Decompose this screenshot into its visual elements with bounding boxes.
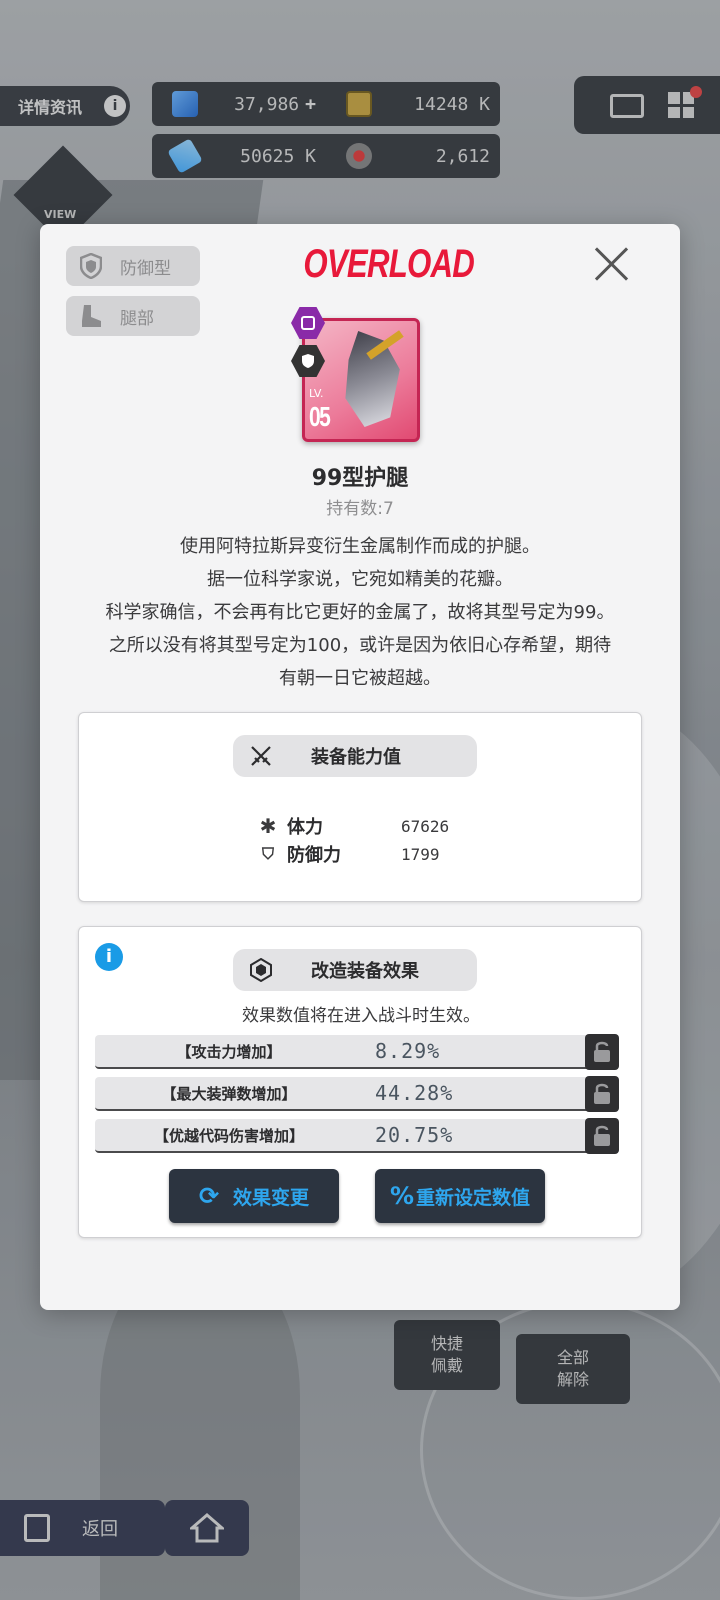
reset-values-button[interactable]: % 重新设定数值 <box>375 1169 545 1223</box>
effect-name: 【优越代码伤害增加】 <box>153 1126 304 1145</box>
info-icon[interactable]: i <box>95 943 123 971</box>
effect-value: 8.29% <box>375 1039 441 1063</box>
defense-shield-icon: ⛉ <box>261 844 274 863</box>
effect-name: 【最大装弹数增加】 <box>161 1084 297 1103</box>
item-description: 使用阿特拉斯异变衍生金属制作而成的护腿。 据一位科学家说，它宛如精美的花瓣。 科… <box>60 530 660 695</box>
effect-row: 【攻击力增加】 8.29% <box>95 1034 619 1070</box>
description-line: 使用阿特拉斯异变衍生金属制作而成的护腿。 <box>180 536 540 557</box>
overload-brand: OVERLOAD <box>303 242 474 286</box>
tag-leg-slot: 腿部 <box>66 296 200 336</box>
stats-panel: 装备能力值 ✱ 体力 67626 ⛉ 防御力 1799 <box>78 712 642 902</box>
lock-icon[interactable] <box>585 1076 619 1112</box>
stat-name: 防御力 <box>287 845 341 866</box>
shield-icon <box>78 253 104 279</box>
module-hex-icon <box>247 956 275 984</box>
tag-label: 防御型 <box>120 258 171 279</box>
item-name: 99型护腿 <box>311 466 409 491</box>
description-line: 据一位科学家说，它宛如精美的花瓣。 <box>207 569 513 590</box>
lock-icon[interactable] <box>585 1034 619 1070</box>
close-icon[interactable] <box>592 244 632 284</box>
change-effect-label: 效果变更 <box>233 1186 310 1209</box>
lock-icon[interactable] <box>585 1118 619 1154</box>
effect-value: 20.75% <box>375 1123 454 1147</box>
equipment-card: LV. 05 <box>302 318 420 442</box>
effects-hint: 效果数值将在进入战斗时生效。 <box>242 1006 480 1026</box>
boot-icon <box>78 303 104 329</box>
hp-icon: ✱ <box>259 814 277 838</box>
effects-panel-title: 改造装备效果 <box>311 961 419 982</box>
card-level: 05 <box>309 401 331 432</box>
equipment-detail-modal: 防御型 腿部 OVERLOAD LV. 05 99型护腿 持有数:7 使用阿特拉… <box>40 224 680 1310</box>
tag-label: 腿部 <box>120 308 154 329</box>
refresh-icon: ⟳ <box>198 1182 220 1210</box>
change-effect-button[interactable]: ⟳ 效果变更 <box>169 1169 339 1223</box>
stats-panel-title: 装备能力值 <box>311 747 401 768</box>
description-line: 有朝一日它被超越。 <box>279 668 441 689</box>
overload-effects-panel: i 改造装备效果 效果数值将在进入战斗时生效。 【攻击力增加】 8.29% 【最… <box>78 926 642 1238</box>
equipment-art <box>345 331 400 427</box>
effect-name: 【攻击力增加】 <box>176 1042 282 1061</box>
effect-row: 【优越代码伤害增加】 20.75% <box>95 1118 619 1154</box>
crossed-swords-icon <box>247 742 275 770</box>
description-line: 科学家确信，不会再有比它更好的金属了，故将其型号定为99。 <box>105 602 615 623</box>
stat-row-hp: ✱ 体力 67626 <box>257 813 450 839</box>
effects-panel-header: 改造装备效果 <box>233 949 477 991</box>
stat-name: 体力 <box>287 817 323 838</box>
stat-value: 67626 <box>401 816 450 836</box>
stat-row-defense: ⛉ 防御力 1799 <box>257 841 440 867</box>
stat-value: 1799 <box>401 844 440 864</box>
effect-value: 44.28% <box>375 1081 454 1105</box>
owned-count: 持有数:7 <box>326 499 394 519</box>
stats-panel-header: 装备能力值 <box>233 735 477 777</box>
effect-row: 【最大装弹数增加】 44.28% <box>95 1076 619 1112</box>
percent-icon: % <box>389 1182 415 1210</box>
tag-defense-type: 防御型 <box>66 246 200 286</box>
description-line: 之所以没有将其型号定为100，或许是因为依旧心存希望，期待 <box>108 635 612 656</box>
reset-values-label: 重新设定数值 <box>416 1186 531 1209</box>
card-lv-label: LV. <box>309 387 324 400</box>
